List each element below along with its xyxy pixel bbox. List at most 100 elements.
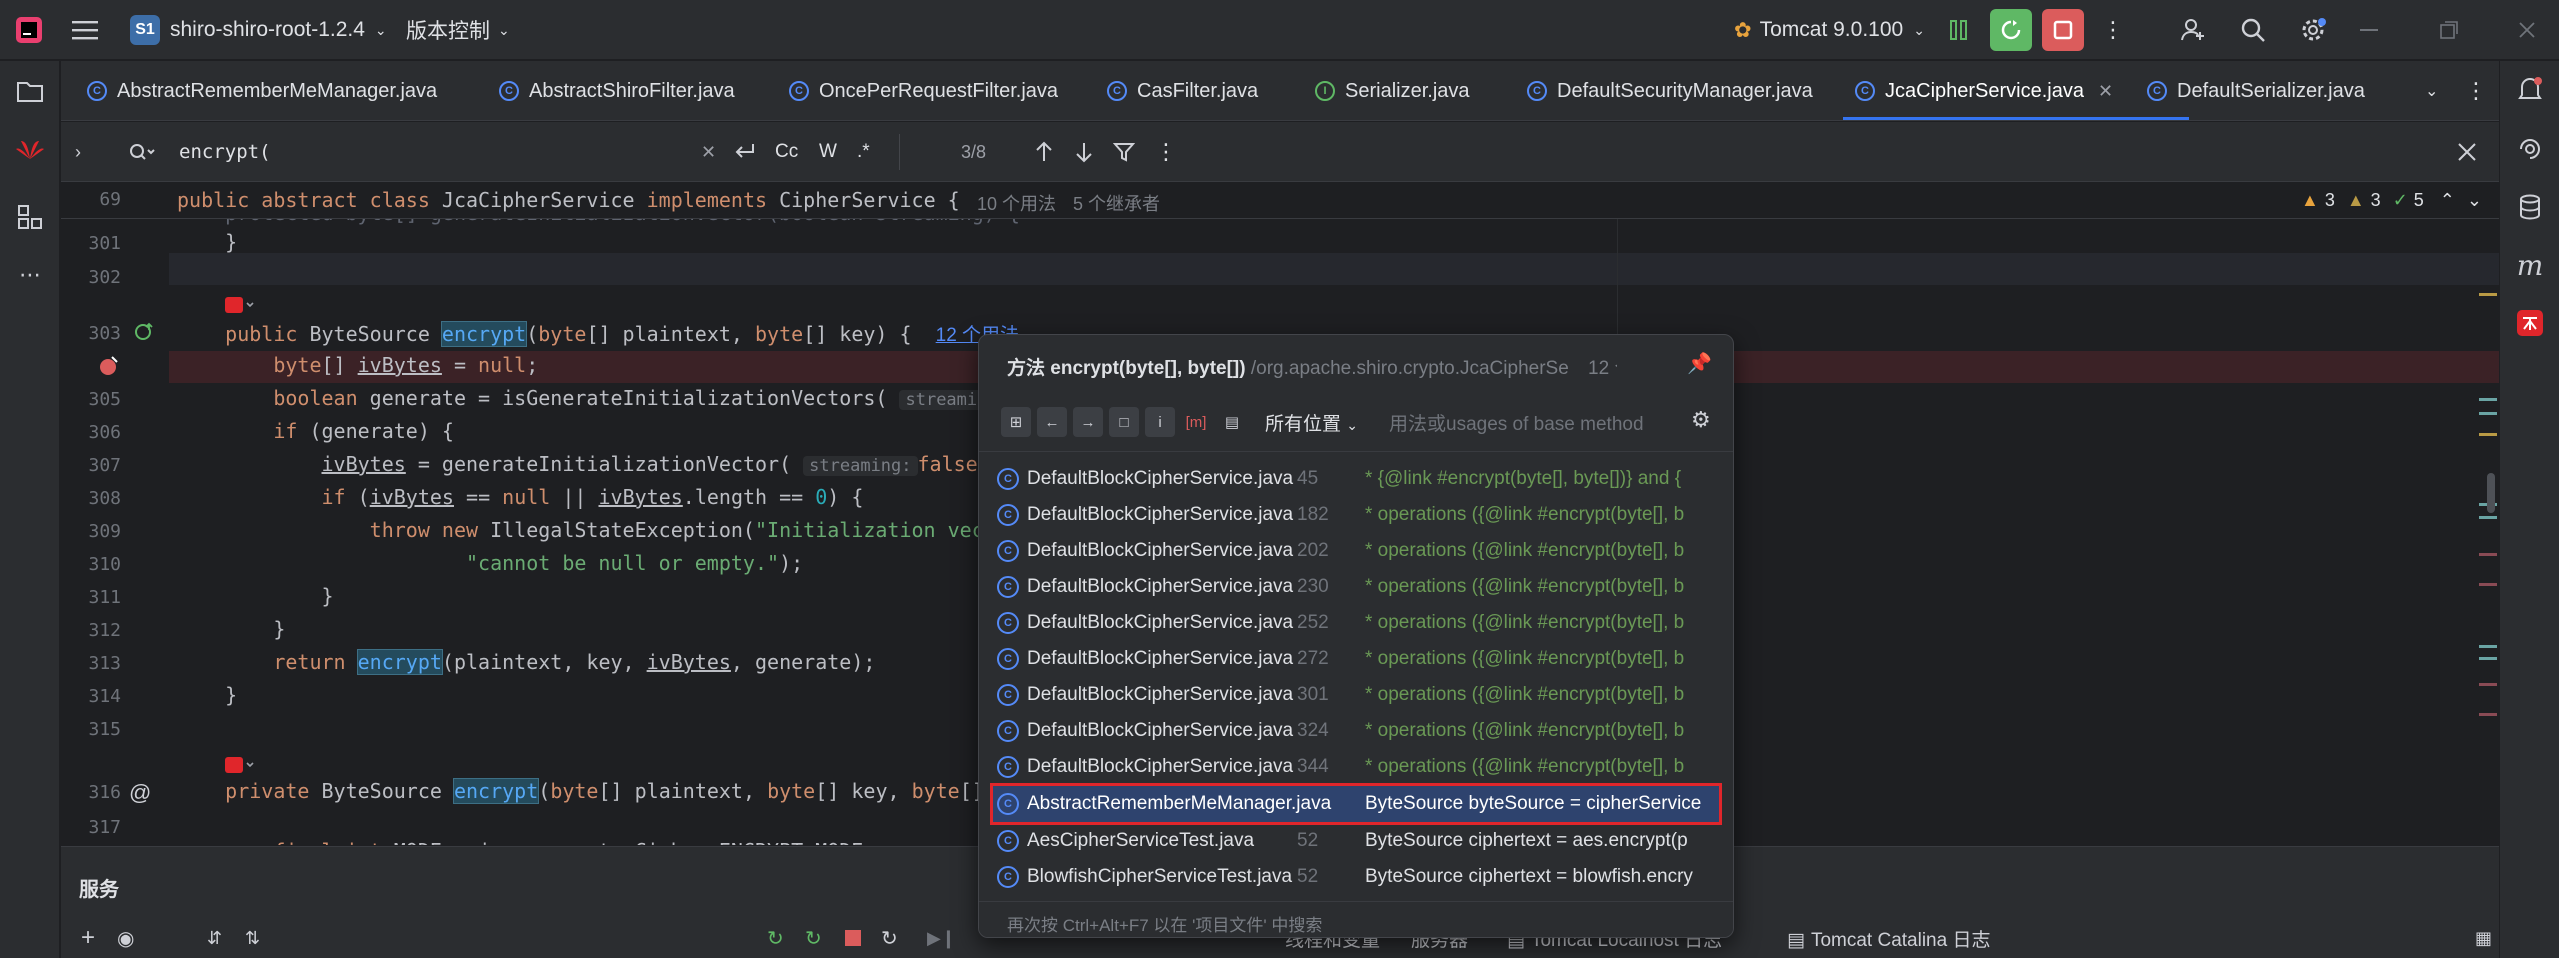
close-window-icon[interactable] <box>2506 9 2548 51</box>
inheritors-hint[interactable]: 5 个继承者 <box>1073 190 1160 216</box>
maven-icon[interactable]: m <box>2512 247 2548 283</box>
chevron-up-icon[interactable]: ⌃ <box>2440 190 2455 211</box>
usage-row[interactable]: C DefaultBlockCipherService.java 202 * oper… <box>997 533 1717 569</box>
add-icon[interactable]: + <box>81 924 95 952</box>
tab-cas-filter[interactable]: C CasFilter.java <box>1107 61 1258 121</box>
minimize-icon[interactable] <box>2348 9 2390 51</box>
search-more-icon[interactable]: ⋮ <box>1155 122 1177 182</box>
resume-icon[interactable]: ▶❙ <box>927 928 956 949</box>
usage-row[interactable]: C DefaultBlockCipherService.java 230 * oper… <box>997 569 1717 605</box>
stop-button[interactable] <box>2042 9 2084 51</box>
translate-plugin-icon[interactable] <box>2512 305 2548 341</box>
main-menu-icon[interactable] <box>72 0 98 60</box>
close-tab-icon[interactable]: ✕ <box>2098 81 2113 102</box>
stop-icon[interactable] <box>845 930 861 946</box>
settings-icon[interactable]: ⚙ <box>1691 407 1711 433</box>
notifications-icon[interactable] <box>2512 71 2548 107</box>
usage-row[interactable]: C AesCipherServiceTest.java 52 ByteSource c… <box>997 823 1717 859</box>
write-access-icon[interactable]: → <box>1073 407 1103 437</box>
usage-marker[interactable] <box>2479 398 2497 401</box>
settings-gear-icon[interactable] <box>2292 9 2334 51</box>
rerun-button[interactable] <box>1990 9 2032 51</box>
clear-search-icon[interactable]: ✕ <box>701 122 716 182</box>
group-by-module-icon[interactable]: □ <box>1109 407 1139 437</box>
vcs-menu[interactable]: 版本控制 ⌄ <box>406 0 510 60</box>
new-line-icon[interactable] <box>733 122 757 182</box>
chevron-down-icon[interactable]: ⌄ <box>2467 190 2482 211</box>
read-access-icon[interactable]: ← <box>1037 407 1067 437</box>
method-icon[interactable]: [m] <box>1181 407 1211 437</box>
sticky-class-header[interactable]: 69 public abstract class JcaCipherServic… <box>61 183 2499 219</box>
error-marker[interactable] <box>2479 713 2497 716</box>
tab-list-chevron-icon[interactable]: ⌄ <box>2425 61 2438 121</box>
scrollbar-thumb[interactable] <box>2487 473 2495 513</box>
usage-row[interactable]: C DefaultBlockCipherService.java 182 * oper… <box>997 497 1717 533</box>
usage-marker[interactable] <box>2479 645 2497 648</box>
ai-assistant-icon[interactable] <box>2512 131 2548 167</box>
eye-icon[interactable]: ◉ <box>117 926 134 951</box>
tab-serializer[interactable]: I Serializer.java <box>1315 61 1470 121</box>
run-config-selector[interactable]: ✿ Tomcat 9.0.100 ⌄ <box>1734 0 1925 60</box>
app-logo-icon[interactable] <box>14 0 44 60</box>
tab-default-security-manager[interactable]: C DefaultSecurityManager.java <box>1527 61 1813 121</box>
scope-dropdown[interactable]: 所有位置 ⌄ <box>1265 409 1358 436</box>
usage-marker[interactable] <box>2479 657 2497 660</box>
layout-icon[interactable]: ▦ <box>2475 928 2492 949</box>
usage-row[interactable]: C DefaultBlockCipherService.java 252 * oper… <box>997 605 1717 641</box>
tab-once-per-request-filter[interactable]: C OncePerRequestFilter.java <box>789 61 1058 121</box>
usage-row[interactable]: C DefaultBlockCipherService.java 324 * oper… <box>997 713 1717 749</box>
search-history-icon[interactable] <box>129 122 155 182</box>
translate-hint-icon[interactable] <box>225 296 255 319</box>
folder-icon[interactable] <box>12 73 48 109</box>
more-tools-icon[interactable]: ⋯ <box>12 257 48 293</box>
encrypt-method-name[interactable]: encrypt <box>440 321 528 347</box>
tab-abstract-shiro-filter[interactable]: C AbstractShiroFilter.java <box>499 61 735 121</box>
usage-row[interactable]: C DefaultBlockCipherService.java 272 * oper… <box>997 641 1717 677</box>
restart-icon[interactable]: ↻ <box>881 926 898 951</box>
breakpoint-icon[interactable] <box>97 354 121 384</box>
filter-icon[interactable] <box>1113 122 1135 182</box>
usage-marker[interactable] <box>2479 516 2497 519</box>
regex-toggle[interactable]: .* <box>857 122 870 182</box>
rerun-failed-icon[interactable]: ↻ <box>805 926 822 951</box>
huawei-icon[interactable] <box>12 131 48 167</box>
preview-icon[interactable]: ▤ <box>1217 407 1247 437</box>
tab-jca-cipher-service[interactable]: C JcaCipherService.java ✕ <box>1855 61 2113 121</box>
usage-filter-input[interactable]: 用法或usages of base method <box>1389 409 1644 436</box>
structure-icon[interactable] <box>12 199 48 235</box>
usages-hint[interactable]: 10 个用法 <box>977 190 1056 216</box>
overrides-method-icon[interactable] <box>133 321 155 349</box>
info-icon[interactable]: i <box>1145 407 1175 437</box>
tab-catalina-log[interactable]: ▤ Tomcat Catalina 日志 <box>1787 925 1990 952</box>
search-input[interactable]: encrypt( <box>179 122 271 182</box>
error-marker[interactable] <box>2479 553 2497 556</box>
translate-hint-icon[interactable] <box>225 756 255 779</box>
error-marker[interactable] <box>2479 583 2497 586</box>
collapse-all-icon[interactable]: ⇅ <box>245 928 260 949</box>
error-marker[interactable] <box>2479 683 2497 686</box>
inspection-widget[interactable]: ▲ 3 ▲ 3 ✓ 5 ⌃ ⌄ <box>2301 190 2482 211</box>
whole-word-toggle[interactable]: W <box>819 122 837 182</box>
warning-marker[interactable] <box>2479 433 2497 436</box>
usage-row[interactable]: C DefaultBlockCipherService.java 301 * oper… <box>997 677 1717 713</box>
usage-row[interactable]: C BlowfishCipherServiceTest.java 52 ByteSou… <box>997 859 1717 895</box>
database-icon[interactable] <box>2512 189 2548 225</box>
next-occurrence-icon[interactable] <box>1075 122 1093 182</box>
search-icon[interactable] <box>2232 9 2274 51</box>
tab-default-serializer[interactable]: C DefaultSerializer.java <box>2147 61 2365 121</box>
restore-icon[interactable] <box>2428 9 2470 51</box>
usage-row[interactable]: C DefaultBlockCipherService.java 45 * {@lin… <box>997 461 1717 497</box>
expand-chevron-icon[interactable]: › <box>75 122 81 182</box>
tab-abstract-remember-me-manager[interactable]: C AbstractRememberMeManager.java <box>87 61 437 121</box>
usage-row[interactable]: C DefaultBlockCipherService.java 344 * oper… <box>997 749 1717 785</box>
expand-all-icon[interactable]: ⇵ <box>207 928 222 949</box>
close-find-bar-icon[interactable] <box>2457 122 2477 182</box>
usage-marker[interactable] <box>2479 412 2497 415</box>
usage-row-selected[interactable]: C AbstractRememberMeManager.java ByteSourc… <box>990 783 1722 825</box>
project-selector[interactable]: S1 shiro-shiro-root-1.2.4 ⌄ <box>130 0 387 60</box>
more-tabs-icon[interactable]: ⋮ <box>2465 61 2487 121</box>
at-annotation-icon[interactable]: @ <box>129 780 151 806</box>
rerun-icon[interactable]: ↻ <box>767 926 784 951</box>
warning-marker[interactable] <box>2479 293 2497 296</box>
pin-icon[interactable]: 📌 <box>1687 351 1712 376</box>
